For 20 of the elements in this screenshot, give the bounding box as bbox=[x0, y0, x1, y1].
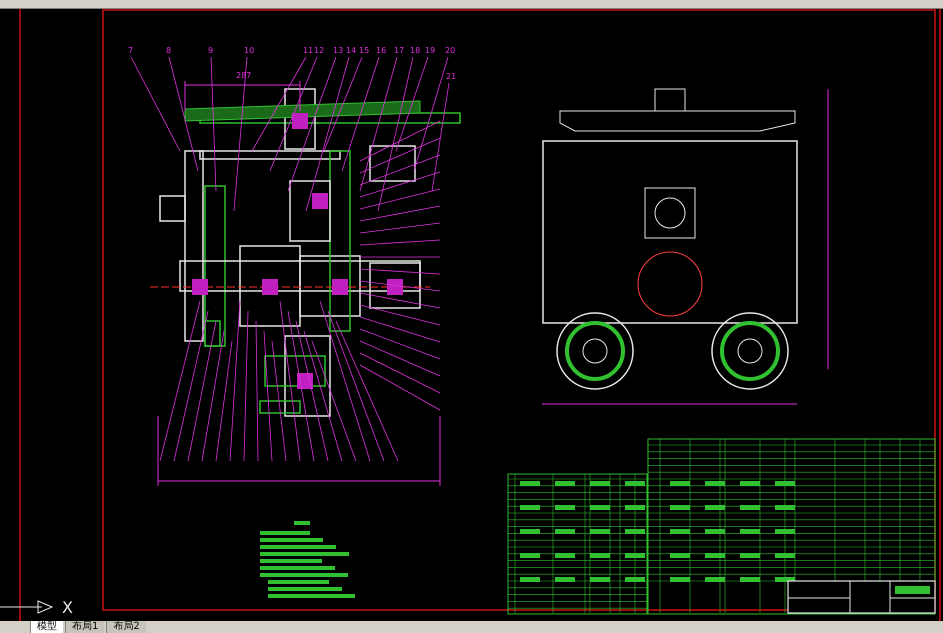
ucs-axis-icon bbox=[0, 600, 54, 614]
balloon-number: 7 bbox=[128, 46, 134, 55]
layout-tab[interactable]: 模型 bbox=[30, 621, 63, 633]
balloon-number: 10 bbox=[244, 46, 254, 55]
balloon-number: 21 bbox=[446, 72, 456, 81]
layout-tab[interactable]: 布局1 bbox=[65, 621, 104, 633]
balloon-number: 16 bbox=[376, 46, 386, 55]
balloon-number: 11 bbox=[303, 46, 314, 55]
balloon-number: 17 bbox=[394, 46, 404, 55]
balloon-number: 12 bbox=[314, 46, 324, 55]
balloon-number: 13 bbox=[333, 46, 344, 55]
axis-label: X bbox=[62, 598, 73, 617]
balloon-number: 9 bbox=[208, 46, 214, 55]
balloon-number: 19 bbox=[425, 46, 436, 55]
layout-tab[interactable]: 布局2 bbox=[106, 621, 146, 633]
balloon-number: 15 bbox=[359, 46, 370, 55]
balloon-number: 8 bbox=[166, 46, 172, 55]
balloon-number: 20 bbox=[445, 46, 456, 55]
balloon-number: 18 bbox=[410, 46, 420, 55]
balloon-number: 14 bbox=[346, 46, 356, 55]
